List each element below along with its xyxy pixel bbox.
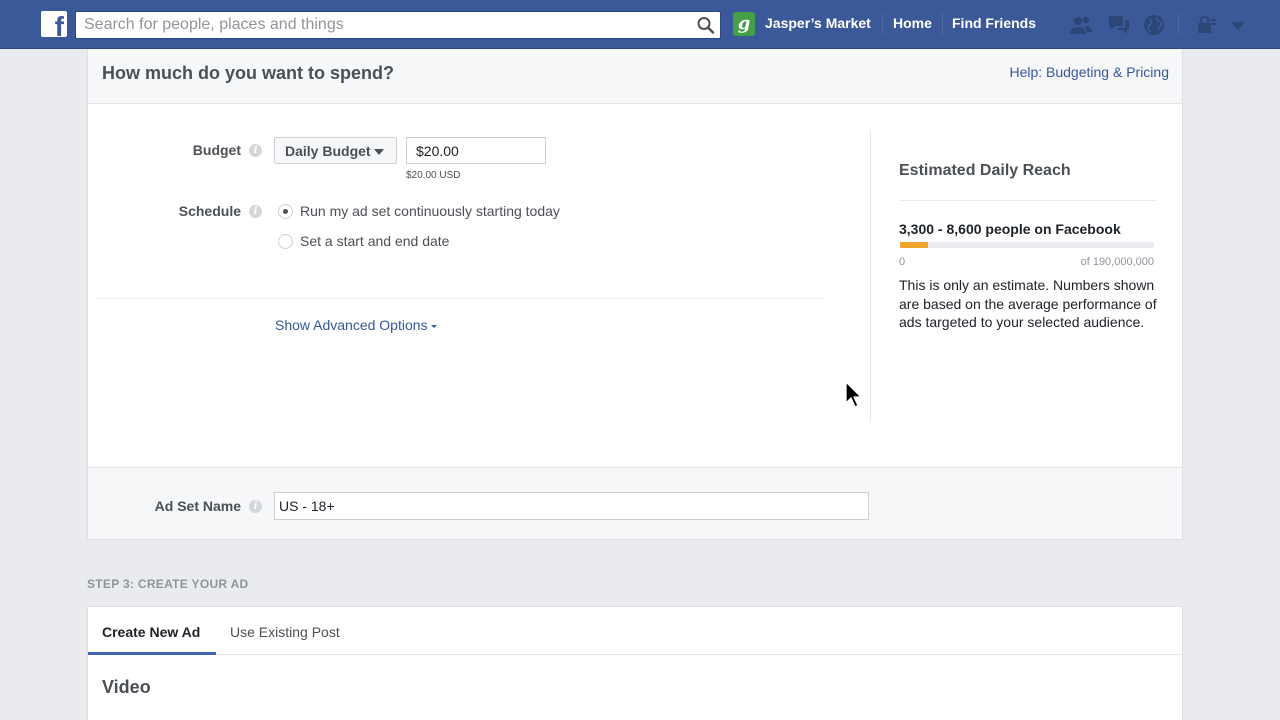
schedule-start-end-label[interactable]: Set a start and end date <box>300 233 449 249</box>
schedule-label: Schedule <box>178 203 241 219</box>
notifications-globe-icon[interactable] <box>1142 13 1166 37</box>
search-box <box>75 11 721 39</box>
budget-info-icon[interactable]: i <box>249 144 262 157</box>
budget-card: How much do you want to spend? Help: Bud… <box>87 49 1183 540</box>
page-title: How much do you want to spend? <box>102 63 394 83</box>
account-menu-caret-icon[interactable] <box>1226 13 1250 37</box>
caret-down-icon <box>430 325 437 328</box>
reach-min-label: 0 <box>899 256 906 268</box>
tab-create-new-ad[interactable]: Create New Ad <box>102 624 200 640</box>
budget-usd-note: $20.00 USD <box>406 170 461 181</box>
ad-set-name-label: Ad Set Name <box>154 498 241 514</box>
messages-icon[interactable] <box>1107 13 1131 37</box>
advanced-options-label: Show Advanced Options <box>275 317 428 333</box>
section-divider <box>96 298 824 299</box>
privacy-lock-icon[interactable] <box>1195 13 1219 37</box>
schedule-continuous-label[interactable]: Run my ad set continuously starting toda… <box>300 203 560 219</box>
nav-divider <box>942 13 943 35</box>
nav-divider <box>1178 13 1179 35</box>
ad-set-name-info-icon[interactable]: i <box>249 500 262 513</box>
reach-title-divider <box>899 200 1156 201</box>
budget-card-header: How much do you want to spend? Help: Bud… <box>88 49 1182 104</box>
page-avatar-icon[interactable]: g <box>733 12 755 36</box>
budget-type-dropdown[interactable]: Daily Budget <box>274 137 397 164</box>
schedule-continuous-radio[interactable] <box>278 204 293 219</box>
tab-use-existing-post[interactable]: Use Existing Post <box>230 624 340 640</box>
budget-amount-input[interactable] <box>406 137 546 164</box>
active-tab-indicator <box>88 652 216 655</box>
create-ad-card: Create New Ad Use Existing Post Video <box>87 606 1183 720</box>
search-input[interactable] <box>76 12 686 38</box>
reach-range: 3,300 - 8,600 people on Facebook <box>899 221 1121 237</box>
chevron-down-icon <box>374 149 384 155</box>
page-name-link[interactable]: Jasper’s Market <box>765 15 871 31</box>
step-3-heading: STEP 3: CREATE YOUR AD <box>87 577 249 591</box>
ad-set-name-input[interactable] <box>274 492 869 520</box>
nav-divider <box>882 13 883 35</box>
schedule-start-end-radio[interactable] <box>278 234 293 249</box>
reach-column-divider <box>870 131 871 421</box>
ad-set-name-section: Ad Set Name i <box>88 467 1182 540</box>
ad-tabs: Create New Ad Use Existing Post <box>88 607 1182 655</box>
budget-label: Budget <box>192 142 241 158</box>
friend-requests-icon[interactable] <box>1069 13 1093 37</box>
schedule-info-icon[interactable]: i <box>249 205 262 218</box>
top-navigation-bar: f g Jasper’s Market Home Find Friends <box>0 0 1280 49</box>
budget-type-label: Daily Budget <box>285 143 371 159</box>
show-advanced-options-link[interactable]: Show Advanced Options <box>275 317 437 333</box>
home-link[interactable]: Home <box>893 15 932 31</box>
video-section-title: Video <box>102 677 151 697</box>
search-icon[interactable] <box>696 16 716 34</box>
mouse-cursor-icon <box>845 381 862 408</box>
find-friends-link[interactable]: Find Friends <box>952 15 1036 31</box>
reach-max-label: of 190,000,000 <box>1080 256 1154 268</box>
help-budgeting-link[interactable]: Help: Budgeting & Pricing <box>1009 64 1169 80</box>
facebook-logo-icon[interactable]: f <box>41 11 67 37</box>
reach-bar-fill <box>900 242 928 248</box>
estimated-reach-title: Estimated Daily Reach <box>899 162 1071 179</box>
reach-bar <box>900 242 1154 248</box>
reach-estimate-note: This is only an estimate. Numbers shown … <box>899 277 1157 331</box>
